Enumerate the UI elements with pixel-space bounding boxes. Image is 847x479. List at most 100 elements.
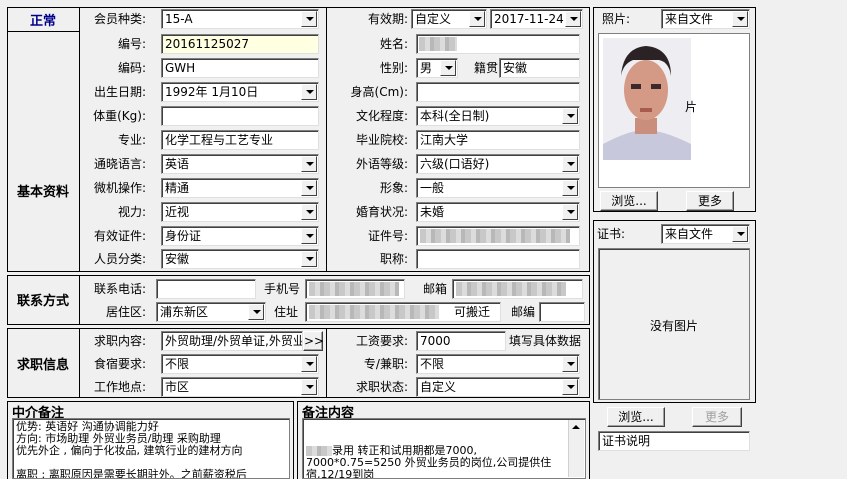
phone-label: 联系电话:	[93, 282, 146, 296]
photo-label: 照片:	[602, 12, 631, 26]
code-input[interactable]: GWH	[161, 58, 319, 78]
fulltime-label: 专/兼职:	[363, 357, 408, 371]
gender-select[interactable]: 男	[416, 58, 458, 78]
language-level-select[interactable]: 六级(口语好)	[416, 154, 580, 174]
photo-overlay-text: 片	[685, 100, 698, 114]
language-select[interactable]: 英语	[161, 154, 319, 174]
redacted-mobile	[309, 282, 399, 296]
note-textarea[interactable]: 录用 转正和试用期都是7000, 7000*0.75=5250 外贸业务员的岗位…	[302, 418, 586, 479]
image-select[interactable]: 一般	[416, 178, 580, 198]
school-input[interactable]: 江南大学	[416, 130, 580, 150]
chevron-down-icon[interactable]	[469, 11, 485, 27]
phone-input[interactable]	[156, 279, 256, 299]
native-input[interactable]: 安徽	[499, 58, 580, 78]
scroll-up-icon[interactable]	[572, 425, 580, 429]
zip-input[interactable]	[539, 302, 585, 322]
certificate-description-input[interactable]: 证书说明	[598, 431, 750, 451]
redacted-id-number	[420, 229, 570, 243]
chevron-down-icon[interactable]	[562, 180, 578, 196]
job-status-label: 求职状态:	[355, 380, 408, 394]
chevron-down-icon[interactable]	[301, 379, 317, 395]
salary-note: 填写具体数据	[509, 334, 582, 348]
chevron-down-icon[interactable]	[301, 180, 317, 196]
chevron-down-icon[interactable]	[301, 356, 317, 372]
computer-skill-select[interactable]: 精通	[161, 178, 319, 198]
chevron-down-icon[interactable]	[301, 84, 317, 100]
photo-source-select[interactable]: 来自文件	[661, 9, 750, 29]
job-content-more-button[interactable]: >>	[303, 331, 324, 351]
photo-more-button[interactable]: 更多	[686, 191, 734, 211]
education-select[interactable]: 本科(全日制)	[416, 106, 580, 126]
location-select[interactable]: 市区	[161, 377, 319, 397]
salary-input[interactable]: 7000	[416, 331, 506, 351]
no-image-text: 没有图片	[649, 319, 698, 333]
chevron-down-icon[interactable]	[732, 226, 748, 242]
title-label: 职称:	[379, 252, 408, 266]
weight-input[interactable]	[161, 106, 319, 126]
email-label: 邮箱	[422, 282, 447, 296]
height-label: 身高(Cm):	[350, 85, 408, 99]
id-input[interactable]: 20161125027	[161, 34, 319, 54]
major-input[interactable]: 化学工程与工艺专业	[161, 130, 319, 150]
chevron-down-icon[interactable]	[732, 11, 748, 27]
address-input[interactable]: 可搬迁	[305, 302, 501, 322]
job-status-select[interactable]: 自定义	[416, 377, 580, 397]
height-input[interactable]	[416, 82, 580, 102]
validity-mode-select[interactable]: 自定义	[411, 9, 487, 29]
chevron-down-icon[interactable]	[562, 204, 578, 220]
chevron-down-icon[interactable]	[565, 11, 581, 27]
district-select[interactable]: 浦东新区	[156, 302, 266, 322]
id-label: 编号:	[117, 37, 146, 51]
school-label: 毕业院校:	[355, 133, 408, 147]
mobile-label: 手机号	[263, 282, 300, 296]
birth-date-select[interactable]: 1992年 1月10日	[161, 82, 319, 102]
redacted-address	[309, 305, 439, 319]
zip-label: 邮编	[510, 305, 535, 319]
chevron-down-icon[interactable]	[301, 228, 317, 244]
certificate-label: 证书:	[597, 227, 626, 241]
email-input[interactable]	[452, 279, 583, 299]
chevron-down-icon[interactable]	[301, 251, 317, 267]
chevron-down-icon[interactable]	[301, 11, 317, 27]
chevron-down-icon[interactable]	[562, 356, 578, 372]
certificate-image-frame: 没有图片	[598, 248, 750, 400]
language-label: 通晓语言:	[93, 157, 146, 171]
certificate-more-button[interactable]: 更多	[692, 407, 742, 427]
vision-label: 视力:	[117, 205, 146, 219]
id-number-input[interactable]	[416, 226, 580, 246]
chevron-down-icon[interactable]	[562, 108, 578, 124]
location-label: 工作地点:	[93, 380, 146, 394]
id-type-select[interactable]: 身份证	[161, 226, 319, 246]
status-label: 正常	[29, 14, 56, 29]
agent-note-textarea[interactable]: 优势: 英语好 沟通协调能力好 方向: 市场助理 外贸业务员/助理 采购助理 优…	[12, 418, 290, 479]
validity-date-select[interactable]: 2017-11-24	[490, 9, 583, 29]
job-content-input[interactable]: 外贸助理/外贸单证,外贸业	[161, 331, 303, 351]
education-label: 文化程度:	[355, 109, 408, 123]
fulltime-select[interactable]: 不限	[416, 354, 580, 374]
category-label: 人员分类:	[93, 252, 146, 266]
marital-select[interactable]: 未婚	[416, 202, 580, 222]
redacted-name	[419, 37, 457, 51]
vision-select[interactable]: 近视	[161, 202, 319, 222]
board-select[interactable]: 不限	[161, 354, 319, 374]
photo-browse-button[interactable]: 浏览...	[600, 191, 658, 211]
chevron-down-icon[interactable]	[301, 156, 317, 172]
gender-label: 性别:	[379, 61, 408, 75]
chevron-down-icon[interactable]	[562, 379, 578, 395]
member-type-select[interactable]: 15-A	[161, 9, 319, 29]
mobile-input[interactable]	[305, 279, 405, 299]
board-label: 食宿要求:	[93, 357, 146, 371]
name-input[interactable]	[416, 34, 580, 54]
chevron-down-icon[interactable]	[440, 60, 456, 76]
scrollbar[interactable]	[568, 420, 584, 477]
certificate-browse-button[interactable]: 浏览...	[607, 407, 665, 427]
note-line: 宿,12/19到岗	[306, 468, 375, 479]
chevron-down-icon[interactable]	[248, 304, 264, 320]
category-select[interactable]: 安徽	[161, 249, 319, 269]
title-input[interactable]	[416, 249, 580, 269]
chevron-down-icon[interactable]	[301, 204, 317, 220]
divider	[326, 7, 327, 272]
chevron-down-icon[interactable]	[562, 156, 578, 172]
image-label: 形象:	[379, 181, 408, 195]
certificate-source-select[interactable]: 来自文件	[661, 224, 750, 244]
